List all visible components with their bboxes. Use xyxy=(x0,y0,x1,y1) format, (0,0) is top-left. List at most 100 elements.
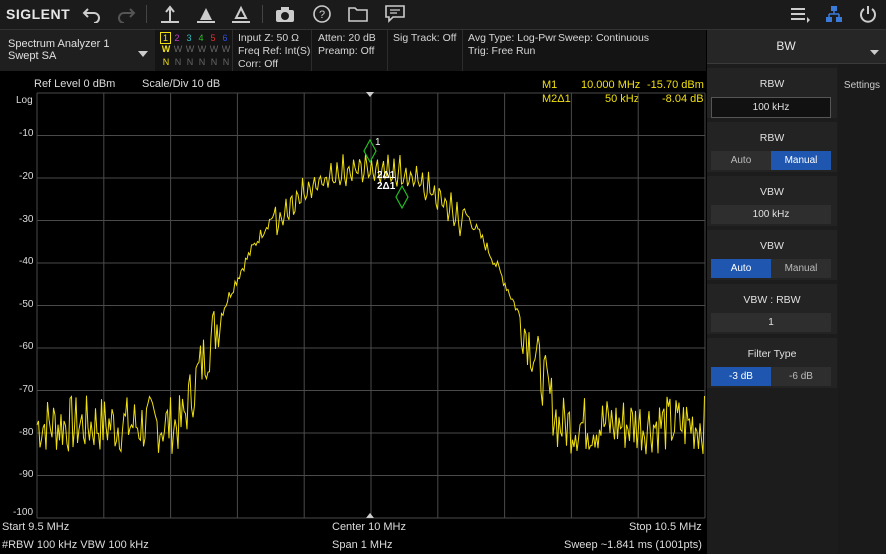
trace-1-number: 1 xyxy=(160,32,171,44)
trace-detectors-row: NNNNNN xyxy=(160,57,232,67)
avg-type: Avg Type: Log-Pwr xyxy=(468,32,557,44)
undo-icon[interactable] xyxy=(80,3,104,25)
stop-freq[interactable]: Stop 10.5 MHz xyxy=(629,521,702,533)
trace-4-type: W xyxy=(197,44,207,54)
freq-ref: Freq Ref: Int(S) xyxy=(238,45,311,57)
trace-5-detector: N xyxy=(210,57,218,67)
attenuation: Atten: 20 dB xyxy=(318,32,376,44)
redo-icon[interactable] xyxy=(114,3,138,25)
toolbar: SIGLENT ? xyxy=(0,0,886,30)
trigger: Trig: Free Run xyxy=(468,45,536,57)
trace-2-number: 2 xyxy=(174,33,180,43)
trace-3-type: W xyxy=(185,44,195,54)
filter-type-toggle[interactable]: -3 dB -6 dB xyxy=(711,367,831,386)
ratio-input[interactable]: 1 xyxy=(711,313,831,332)
trace-numbers-row: 123456 xyxy=(160,32,231,44)
ratio-label: VBW : RBW xyxy=(743,294,801,306)
rbw-mode-toggle[interactable]: Auto Manual xyxy=(711,151,831,170)
toolbar-separator xyxy=(262,5,263,23)
trace-5-type: W xyxy=(209,44,219,54)
folder-icon[interactable] xyxy=(346,3,370,25)
input-settings[interactable]: Input Z: 50 Ω Freq Ref: Int(S) Corr: Off xyxy=(233,30,312,71)
chevron-down-icon xyxy=(138,45,148,63)
trace-6-type: W xyxy=(221,44,231,54)
input-impedance: Input Z: 50 Ω xyxy=(238,32,299,44)
filter-type-label: Filter Type xyxy=(747,348,797,360)
camera-icon[interactable] xyxy=(273,3,297,25)
marker2-tag-b: 2Δ1 xyxy=(377,181,396,192)
power-icon[interactable] xyxy=(856,3,880,25)
filter-3db-option[interactable]: -3 dB xyxy=(711,367,771,386)
trace-3-detector: N xyxy=(186,57,194,67)
filter-type-section: Filter Type -3 dB -6 dB xyxy=(707,338,837,388)
settings-tab[interactable]: Settings xyxy=(838,64,886,554)
sig-track: Sig Track: Off xyxy=(393,32,457,44)
bottom-center-marker xyxy=(366,513,374,518)
rbw-auto-option[interactable]: Auto xyxy=(711,151,771,170)
sweep-time[interactable]: Sweep ~1.841 ms (1001pts) xyxy=(564,539,702,551)
marker2-tag-a: 2Δ1 xyxy=(377,170,396,181)
menu-list-icon[interactable] xyxy=(788,3,812,25)
rbw-mode-label: RBW xyxy=(759,132,785,144)
trace-4-detector: N xyxy=(198,57,206,67)
mode-title: Spectrum Analyzer 1 xyxy=(8,38,110,50)
vbw-label: VBW xyxy=(760,186,784,198)
vbw-mode-section: VBW Auto Manual xyxy=(707,230,837,280)
status-bar: Spectrum Analyzer 1 Swept SA 123456 WWWW… xyxy=(0,30,706,71)
siglent-logo: SIGLENT xyxy=(6,6,71,22)
settings-tab-label: Settings xyxy=(843,80,881,91)
vbw-auto-option[interactable]: Auto xyxy=(711,259,771,278)
vbw-value-section: VBW 100 kHz xyxy=(707,176,837,226)
marker-delta-icon[interactable] xyxy=(229,3,253,25)
start-freq[interactable]: Start 9.5 MHz xyxy=(2,521,69,533)
spectrum-plot[interactable] xyxy=(0,72,706,554)
marker2-diamond xyxy=(395,184,409,210)
top-center-marker xyxy=(366,92,374,97)
trace-1-type: W xyxy=(161,44,171,54)
rbw-mode-section: RBW Auto Manual xyxy=(707,122,837,172)
vbw-manual-option[interactable]: Manual xyxy=(771,259,831,278)
toolbar-separator xyxy=(146,5,147,23)
bw-menu-panel: BW Settings RBW 100 kHz RBW Auto Manual … xyxy=(707,30,886,554)
rbw-value-section: RBW 100 kHz xyxy=(707,68,837,118)
graph-grid xyxy=(36,92,706,519)
mode-selector[interactable]: Spectrum Analyzer 1 Swept SA xyxy=(0,30,155,71)
spectrum-display[interactable]: Ref Level 0 dBm Scale/Div 10 dB Log M1 1… xyxy=(0,72,706,554)
filter-6db-option[interactable]: -6 dB xyxy=(771,367,831,386)
span[interactable]: Span 1 MHz xyxy=(332,539,393,551)
amplitude-settings[interactable]: Atten: 20 dB Preamp: Off xyxy=(312,30,388,71)
rbw-input[interactable]: 100 kHz xyxy=(711,97,831,118)
sweep-settings[interactable]: Sweep: Continuous xyxy=(554,30,706,71)
trace-4-number: 4 xyxy=(198,33,204,43)
signal-track[interactable]: Sig Track: Off xyxy=(388,30,463,71)
ratio-section: VBW : RBW 1 xyxy=(707,284,837,334)
chevron-down-icon xyxy=(870,43,879,61)
center-freq[interactable]: Center 10 MHz xyxy=(332,521,406,533)
avg-trig-settings[interactable]: Avg Type: Log-Pwr Trig: Free Run xyxy=(463,30,557,71)
peak-search-icon[interactable] xyxy=(158,3,182,25)
trace-5-number: 5 xyxy=(210,33,216,43)
rbw-vbw-readout[interactable]: #RBW 100 kHz VBW 100 kHz xyxy=(2,539,149,551)
trace-6-number: 6 xyxy=(222,33,228,43)
trace-6-detector: N xyxy=(222,57,230,67)
correction: Corr: Off xyxy=(238,58,279,70)
panel-header[interactable]: BW xyxy=(707,30,886,64)
svg-text:?: ? xyxy=(319,9,325,21)
trace-indicator[interactable]: 123456 WWWWWW NNNNNN xyxy=(157,30,233,71)
network-icon[interactable] xyxy=(822,3,846,25)
vbw-input[interactable]: 100 kHz xyxy=(711,205,831,224)
rbw-label: RBW xyxy=(759,78,785,90)
message-icon[interactable] xyxy=(383,3,407,25)
vbw-mode-toggle[interactable]: Auto Manual xyxy=(711,259,831,278)
trace-types-row: WWWWWW xyxy=(160,44,232,54)
vbw-mode-label: VBW xyxy=(760,240,784,252)
trace-3-number: 3 xyxy=(186,33,192,43)
marker-icon[interactable] xyxy=(194,3,218,25)
trace-1-detector: N xyxy=(162,57,170,67)
rbw-manual-option[interactable]: Manual xyxy=(771,151,831,170)
help-icon[interactable]: ? xyxy=(310,3,334,25)
sweep-mode: Sweep: Continuous xyxy=(558,32,650,44)
mode-subtitle: Swept SA xyxy=(8,50,57,62)
preamp: Preamp: Off xyxy=(318,45,375,57)
trace-2-detector: N xyxy=(174,57,182,67)
